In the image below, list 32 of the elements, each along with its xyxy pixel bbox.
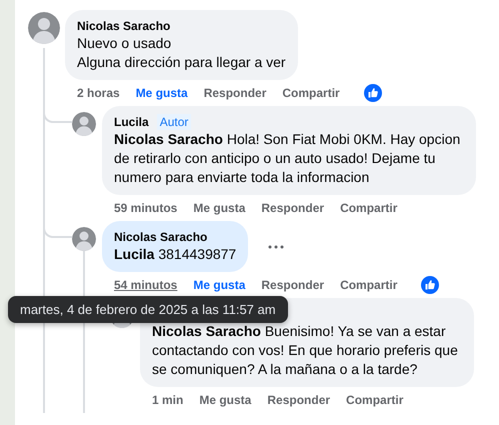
- like-link[interactable]: Me gusta: [193, 201, 246, 215]
- comment-text: Alguna dirección para llegar a ver: [77, 53, 286, 72]
- author-name[interactable]: Nicolas Saracho: [114, 230, 208, 244]
- comment-text: Nicolas Saracho Buenisimo! Ya se van a estar contactando con vos! En que horario preferis que se comuniquen? A la mañana o a la tarde?: [152, 322, 459, 379]
- timestamp-link[interactable]: 1 min: [152, 393, 184, 407]
- timestamp-tooltip: martes, 4 de febrero de 2025 a las 11:57 am: [8, 296, 288, 323]
- reply-link[interactable]: Responder: [267, 393, 330, 407]
- avatar[interactable]: [28, 12, 60, 44]
- timestamp-link[interactable]: 59 minutos: [114, 201, 178, 215]
- share-link[interactable]: Compartir: [340, 201, 398, 215]
- like-icon[interactable]: [364, 84, 382, 102]
- like-link[interactable]: Me gusta: [136, 86, 188, 100]
- share-link[interactable]: Compartir: [282, 86, 340, 100]
- comment-text: Nuevo o usado: [77, 34, 172, 53]
- timestamp-link[interactable]: 54 minutos: [114, 278, 178, 292]
- author-name[interactable]: Nicolas Saracho: [77, 19, 170, 33]
- reply-link[interactable]: Responder: [204, 86, 266, 100]
- avatar[interactable]: [72, 112, 96, 136]
- share-link[interactable]: Compartir: [346, 393, 404, 407]
- share-link[interactable]: Compartir: [340, 278, 398, 292]
- like-link[interactable]: Me gusta: [199, 393, 252, 407]
- comment-text: Lucila 3814439877: [114, 245, 236, 264]
- avatar[interactable]: [72, 227, 96, 251]
- timestamp-link[interactable]: 2 horas: [77, 86, 120, 100]
- author-name[interactable]: Lucila: [114, 115, 149, 129]
- reply-link[interactable]: Responder: [261, 278, 324, 292]
- author-badge: Autor: [156, 114, 192, 130]
- like-link[interactable]: Me gusta: [193, 278, 246, 292]
- comment-text: Nicolas Saracho Hola! Son Fiat Mobi 0KM. Hay opcion de retirarlo con anticipo o un auto usado! Dejame tu numero para enviarte toda la informacion: [114, 130, 462, 187]
- reply-link[interactable]: Responder: [261, 201, 324, 215]
- more-icon[interactable]: [268, 244, 284, 248]
- like-icon[interactable]: [421, 276, 440, 294]
